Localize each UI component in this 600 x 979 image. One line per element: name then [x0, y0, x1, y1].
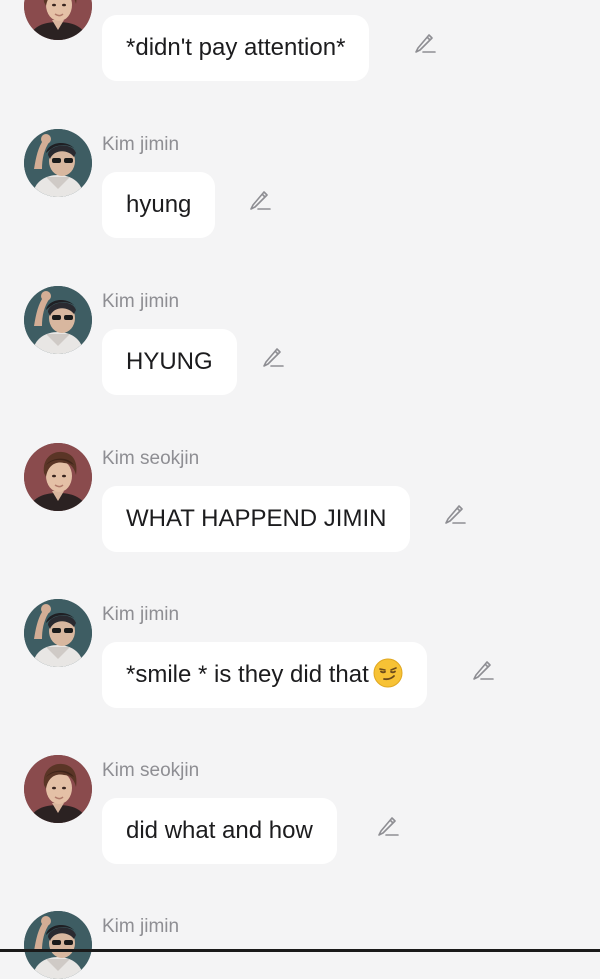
avatar[interactable]	[24, 286, 92, 354]
message-bubble[interactable]: *smile * is they did that	[102, 642, 427, 708]
pencil-edit-icon[interactable]	[441, 499, 469, 527]
pencil-edit-icon[interactable]	[469, 655, 497, 683]
avatar[interactable]	[24, 443, 92, 511]
avatar[interactable]	[24, 599, 92, 667]
sender-name: Kim jimin	[102, 134, 180, 155]
message-text: HYUNG	[126, 348, 213, 375]
message-text: *didn't pay attention*	[126, 34, 346, 61]
pencil-edit-icon[interactable]	[246, 185, 274, 213]
message-text: *smile * is they did that	[126, 661, 369, 688]
avatar[interactable]	[24, 129, 92, 197]
pencil-edit-icon[interactable]	[374, 811, 402, 839]
pencil-edit-icon[interactable]	[411, 28, 439, 56]
smirking-face-emoji	[373, 648, 403, 688]
sender-name: Kim seokjin	[102, 760, 200, 781]
message-bubble[interactable]: HYUNG	[102, 329, 237, 395]
avatar[interactable]	[24, 911, 92, 979]
avatar[interactable]	[24, 755, 92, 823]
message-text: hyung	[126, 191, 192, 218]
message-text: WHAT HAPPEND JIMIN	[126, 505, 387, 532]
sender-name: Kim seokjin	[102, 448, 200, 469]
message-bubble[interactable]: WHAT HAPPEND JIMIN	[102, 486, 411, 552]
sender-name: Kim jimin	[102, 916, 180, 937]
message-text: did what and how	[126, 817, 313, 844]
sender-name: Kim jimin	[102, 604, 180, 625]
message-bubble[interactable]: *didn't pay attention*	[102, 15, 370, 81]
message-bubble[interactable]: hyung	[102, 172, 216, 238]
avatar[interactable]	[24, 0, 92, 40]
sender-name: Kim jimin	[102, 291, 180, 312]
chat-thread[interactable]: *didn't pay attention* Kim jimin hyung K…	[0, 0, 600, 952]
pencil-edit-icon[interactable]	[259, 342, 287, 370]
message-bubble[interactable]: did what and how	[102, 798, 337, 864]
